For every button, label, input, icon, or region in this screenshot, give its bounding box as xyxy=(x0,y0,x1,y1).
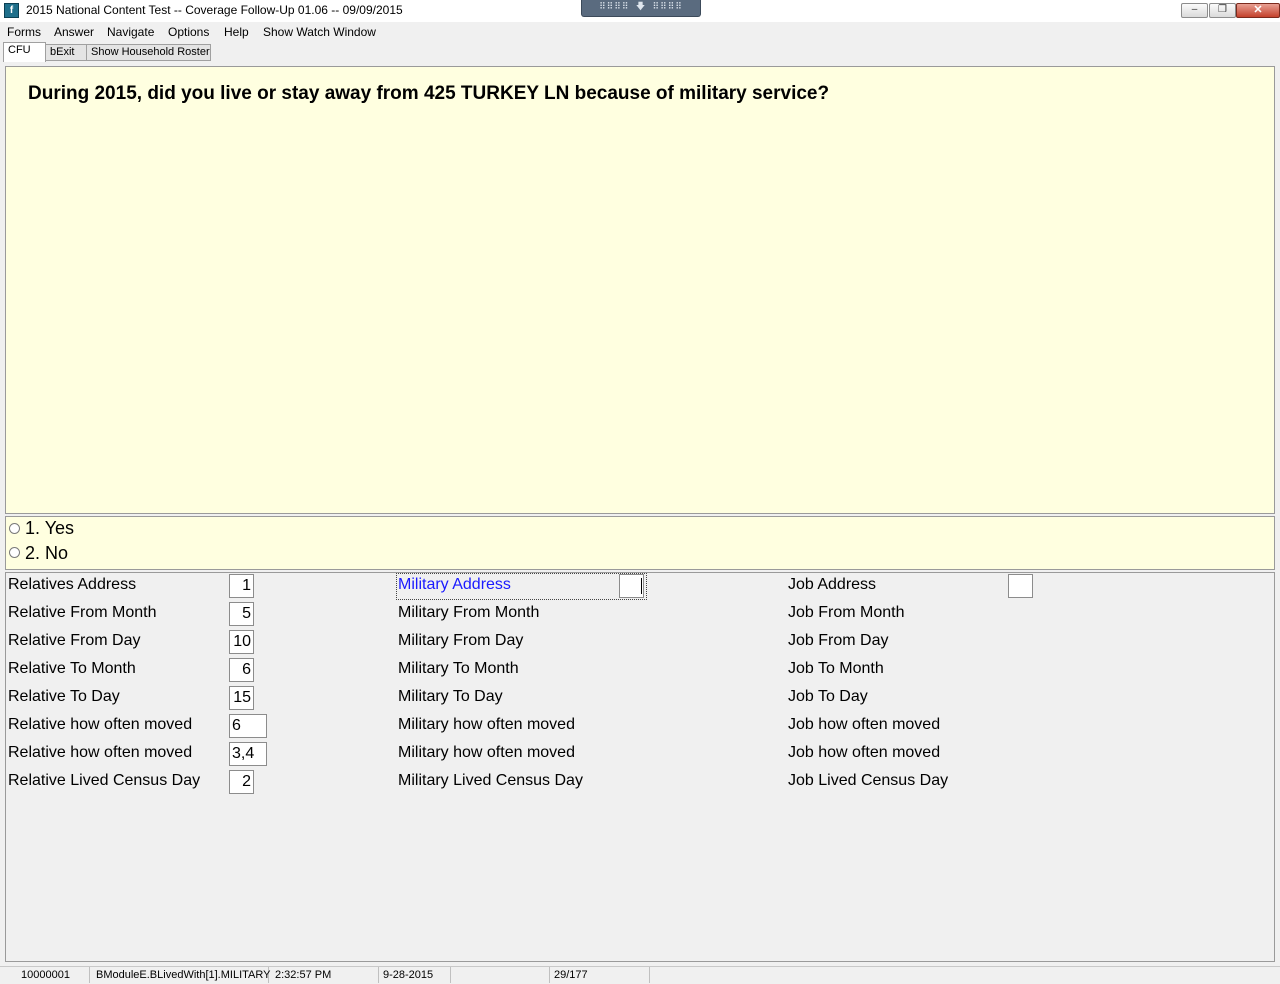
tab-show-household-roster[interactable]: Show Household Roster xyxy=(86,44,211,61)
job-how-often-moved-label: Job how often moved xyxy=(788,716,941,733)
menu-navigate[interactable]: Navigate xyxy=(107,25,154,39)
military-to-month-label: Military To Month xyxy=(398,660,519,677)
menu-forms[interactable]: Forms xyxy=(7,25,41,39)
relative-to-day-label: Relative To Day xyxy=(8,688,120,705)
job-address-field[interactable] xyxy=(1008,574,1033,598)
status-progress: 29/177 xyxy=(550,967,650,983)
military-from-month-label: Military From Month xyxy=(398,604,540,621)
military-from-day-label: Military From Day xyxy=(398,632,524,649)
status-time: 2:32:57 PM xyxy=(271,967,379,983)
relative-how-often-moved-label-2: Relative how often moved xyxy=(8,744,193,761)
military-address-label: Military Address xyxy=(398,576,511,593)
relative-how-often-moved-label: Relative how often moved xyxy=(8,716,193,733)
remote-session-bar[interactable]: ⠿⠿⠿⠿ 🡇 ⠿⠿⠿⠿ xyxy=(581,0,701,17)
status-date: 9-28-2015 xyxy=(379,967,451,983)
relative-from-month-label: Relative From Month xyxy=(8,604,157,621)
relatives-address-label: Relatives Address xyxy=(8,576,137,593)
relative-lived-census-day-field[interactable]: 2 xyxy=(229,770,254,794)
menu-help[interactable]: Help xyxy=(224,25,249,39)
relative-to-day-field[interactable]: 15 xyxy=(229,686,254,710)
job-how-often-moved-label-2: Job how often moved xyxy=(788,744,941,761)
question-text: During 2015, did you live or stay away f… xyxy=(28,83,830,104)
relatives-address-field[interactable]: 1 xyxy=(229,574,254,598)
fields-pane xyxy=(5,572,1275,962)
relative-from-day-label: Relative From Day xyxy=(8,632,141,649)
relative-to-month-field[interactable]: 6 xyxy=(229,658,254,682)
tab-cfu[interactable]: CFU xyxy=(3,42,46,62)
job-from-day-label: Job From Day xyxy=(788,632,889,649)
relative-to-month-label: Relative To Month xyxy=(8,660,136,677)
job-address-label: Job Address xyxy=(788,576,877,593)
relative-how-often-moved-field[interactable]: 6 xyxy=(229,714,267,738)
status-blank xyxy=(451,967,550,983)
military-how-often-moved-label-2: Military how often moved xyxy=(398,744,575,761)
close-button[interactable]: ✕ xyxy=(1236,3,1280,18)
answer-yes-label[interactable]: 1. Yes xyxy=(25,518,74,539)
military-to-day-label: Military To Day xyxy=(398,688,503,705)
menu-answer[interactable]: Answer xyxy=(54,25,94,39)
answer-pane xyxy=(5,516,1275,570)
relative-from-month-field[interactable]: 5 xyxy=(229,602,254,626)
military-lived-census-day-label: Military Lived Census Day xyxy=(398,772,583,789)
text-cursor xyxy=(641,578,642,594)
tab-bexit[interactable]: bExit xyxy=(45,44,87,61)
radio-yes[interactable] xyxy=(9,523,20,534)
question-pane xyxy=(5,66,1275,514)
minimize-button[interactable]: – xyxy=(1181,3,1208,18)
radio-no[interactable] xyxy=(9,547,20,558)
job-to-month-label: Job To Month xyxy=(788,660,884,677)
window-title: 2015 National Content Test -- Coverage F… xyxy=(26,3,403,17)
job-from-month-label: Job From Month xyxy=(788,604,905,621)
menu-show-watch-window[interactable]: Show Watch Window xyxy=(263,25,376,39)
menu-options[interactable]: Options xyxy=(168,25,209,39)
relative-how-often-moved-field-2[interactable]: 3,4 xyxy=(229,742,267,766)
status-case-id: 10000001 xyxy=(0,967,90,983)
relative-lived-census-day-label: Relative Lived Census Day xyxy=(8,772,201,789)
app-icon[interactable]: f xyxy=(4,3,19,18)
job-to-day-label: Job To Day xyxy=(788,688,868,705)
job-lived-census-day-label: Job Lived Census Day xyxy=(788,772,949,789)
restore-button[interactable]: ❐ xyxy=(1209,3,1236,18)
military-how-often-moved-label: Military how often moved xyxy=(398,716,575,733)
status-field-path: BModuleE.BLivedWith[1].MILITARY xyxy=(92,967,270,983)
relative-from-day-field[interactable]: 10 xyxy=(229,630,254,654)
answer-no-label[interactable]: 2. No xyxy=(25,543,68,564)
